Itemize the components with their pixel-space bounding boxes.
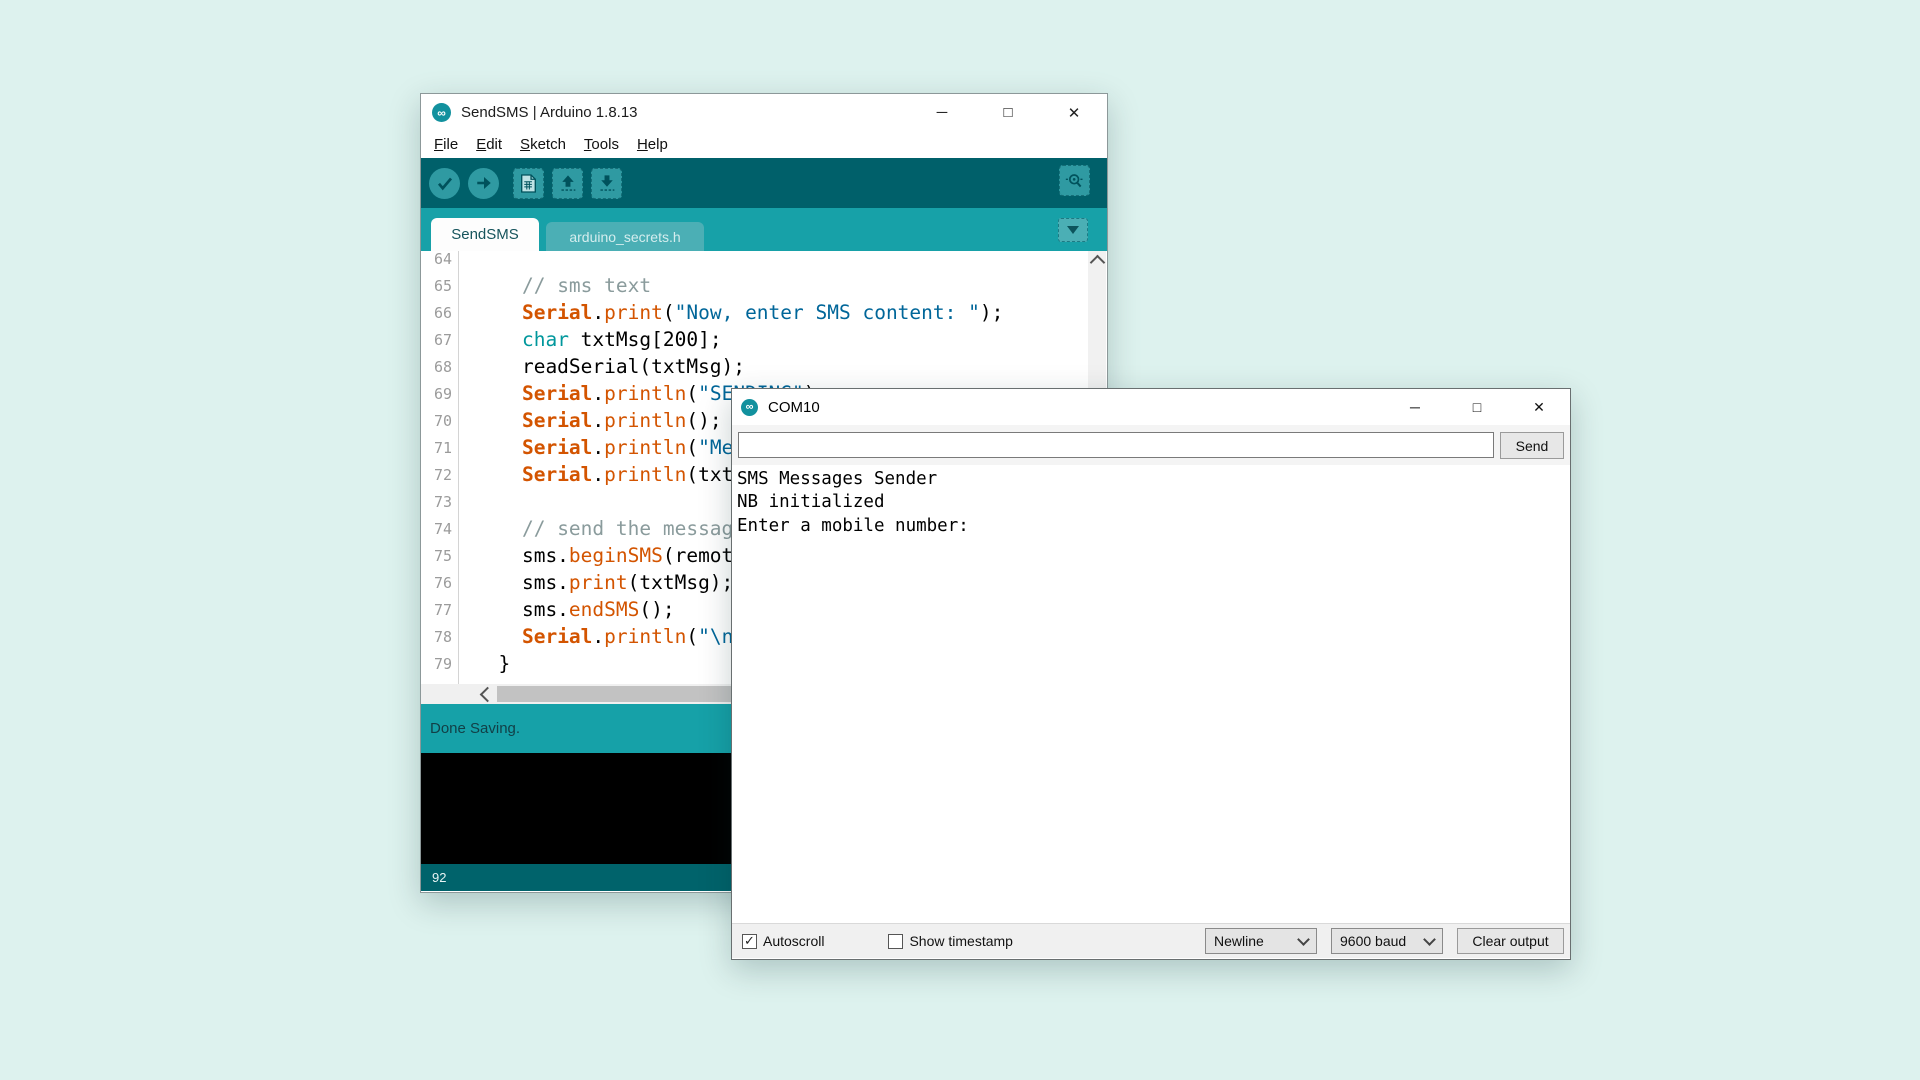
send-button[interactable]: Send [1500,432,1564,459]
code-text: sms.endSMS(); [458,598,675,621]
toolbar [421,158,1107,208]
code-text: Serial.println(); [458,409,722,432]
code-text: } [458,652,510,675]
code-line-67: 67 char txtMsg[200]; [421,326,1107,353]
code-line-64: 64 [421,251,1107,272]
serial-output-area[interactable]: SMS Messages SenderNB initializedEnter a… [732,465,1570,923]
line-number: 73 [421,493,458,511]
ide-window-title: SendSMS | Arduino 1.8.13 [461,104,638,121]
tab-list-dropdown-button[interactable] [1058,218,1088,242]
arduino-infinity-icon: ∞ [432,103,451,122]
menu-item-help[interactable]: Help [628,136,677,153]
serial-output-line: Enter a mobile number: [737,515,1565,538]
line-number: 75 [421,547,458,565]
menubar: FileEditSketchToolsHelp [421,131,1107,158]
menu-item-sketch[interactable]: Sketch [511,136,575,153]
tab-sendsms[interactable]: SendSMS [431,218,539,251]
chevron-down-icon [1297,933,1310,946]
line-number: 79 [421,655,458,673]
desktop-background: ∞ SendSMS | Arduino 1.8.13 ─ □ ✕ FileEdi… [0,0,1920,1080]
code-text: // sms text [458,274,651,297]
open-icon [559,174,577,193]
line-number: 70 [421,412,458,430]
maximize-button[interactable]: □ [1446,389,1508,425]
autoscroll-label: Autoscroll [763,933,824,949]
serial-monitor-button[interactable] [1059,165,1090,196]
minimize-button[interactable]: ─ [1384,389,1446,425]
serial-monitor-titlebar[interactable]: ∞ COM10 ─ □ ✕ [732,389,1570,425]
menu-item-tools[interactable]: Tools [575,136,628,153]
serial-monitor-icon [1065,172,1085,190]
line-number: 69 [421,385,458,403]
tab-arduino_secrets.h[interactable]: arduino_secrets.h [546,222,704,251]
close-button[interactable]: ✕ [1041,94,1107,131]
status-text: Done Saving. [430,720,520,737]
save-button[interactable] [591,168,622,199]
save-icon [598,174,616,193]
line-number: 64 [421,251,458,268]
minimize-button[interactable]: ─ [909,94,975,131]
send-row: Send [732,425,1570,465]
line-number: 67 [421,331,458,349]
maximize-button[interactable]: □ [975,94,1041,131]
verify-icon [436,174,454,192]
line-number: 65 [421,277,458,295]
serial-input-field[interactable] [738,432,1494,458]
code-text: sms.print(txtMsg); [458,571,733,594]
line-number: 76 [421,574,458,592]
line-number: 74 [421,520,458,538]
menu-item-file[interactable]: File [425,136,467,153]
clear-output-button[interactable]: Clear output [1457,928,1564,954]
code-text: readSerial(txtMsg); [458,355,745,378]
line-number: 68 [421,358,458,376]
code-text: Serial.print("Now, enter SMS content: ")… [458,301,1003,324]
new-sketch-button[interactable] [513,168,544,199]
line-number: 78 [421,628,458,646]
new-sketch-icon [520,174,537,193]
code-line-66: 66 Serial.print("Now, enter SMS content:… [421,299,1107,326]
serial-output-line: NB initialized [737,491,1565,514]
line-number-indicator: 92 [432,870,446,885]
line-ending-dropdown[interactable]: Newline [1205,928,1317,954]
serial-output-line: SMS Messages Sender [737,468,1565,491]
menu-item-edit[interactable]: Edit [467,136,511,153]
serial-monitor-window: ∞ COM10 ─ □ ✕ Send SMS Messages SenderNB… [731,388,1571,960]
chevron-down-icon [1067,226,1079,234]
show-timestamp-label: Show timestamp [909,933,1012,949]
open-button[interactable] [552,168,583,199]
autoscroll-checkbox[interactable]: ✓ [742,934,757,949]
code-line-65: 65 // sms text [421,272,1107,299]
line-number: 71 [421,439,458,457]
chevron-down-icon [1423,933,1436,946]
line-number: 66 [421,304,458,322]
ide-titlebar[interactable]: ∞ SendSMS | Arduino 1.8.13 ─ □ ✕ [421,94,1107,131]
close-button[interactable]: ✕ [1508,389,1570,425]
line-number: 72 [421,466,458,484]
baud-rate-dropdown[interactable]: 9600 baud [1331,928,1443,954]
code-text: char txtMsg[200]; [458,328,722,351]
arduino-infinity-icon: ∞ [741,399,758,416]
tabbar: SendSMSarduino_secrets.h [421,208,1107,251]
scroll-up-icon [1089,255,1105,271]
scroll-left-icon [480,686,496,702]
serial-monitor-controls: ✓ Autoscroll Show timestamp Newline 9600… [732,923,1570,958]
verify-button[interactable] [429,168,460,199]
code-line-68: 68 readSerial(txtMsg); [421,353,1107,380]
code-text: // send the message [458,517,745,540]
serial-monitor-title: COM10 [768,399,820,416]
show-timestamp-checkbox[interactable] [888,934,903,949]
upload-button[interactable] [468,168,499,199]
line-number: 77 [421,601,458,619]
upload-icon [475,174,493,192]
